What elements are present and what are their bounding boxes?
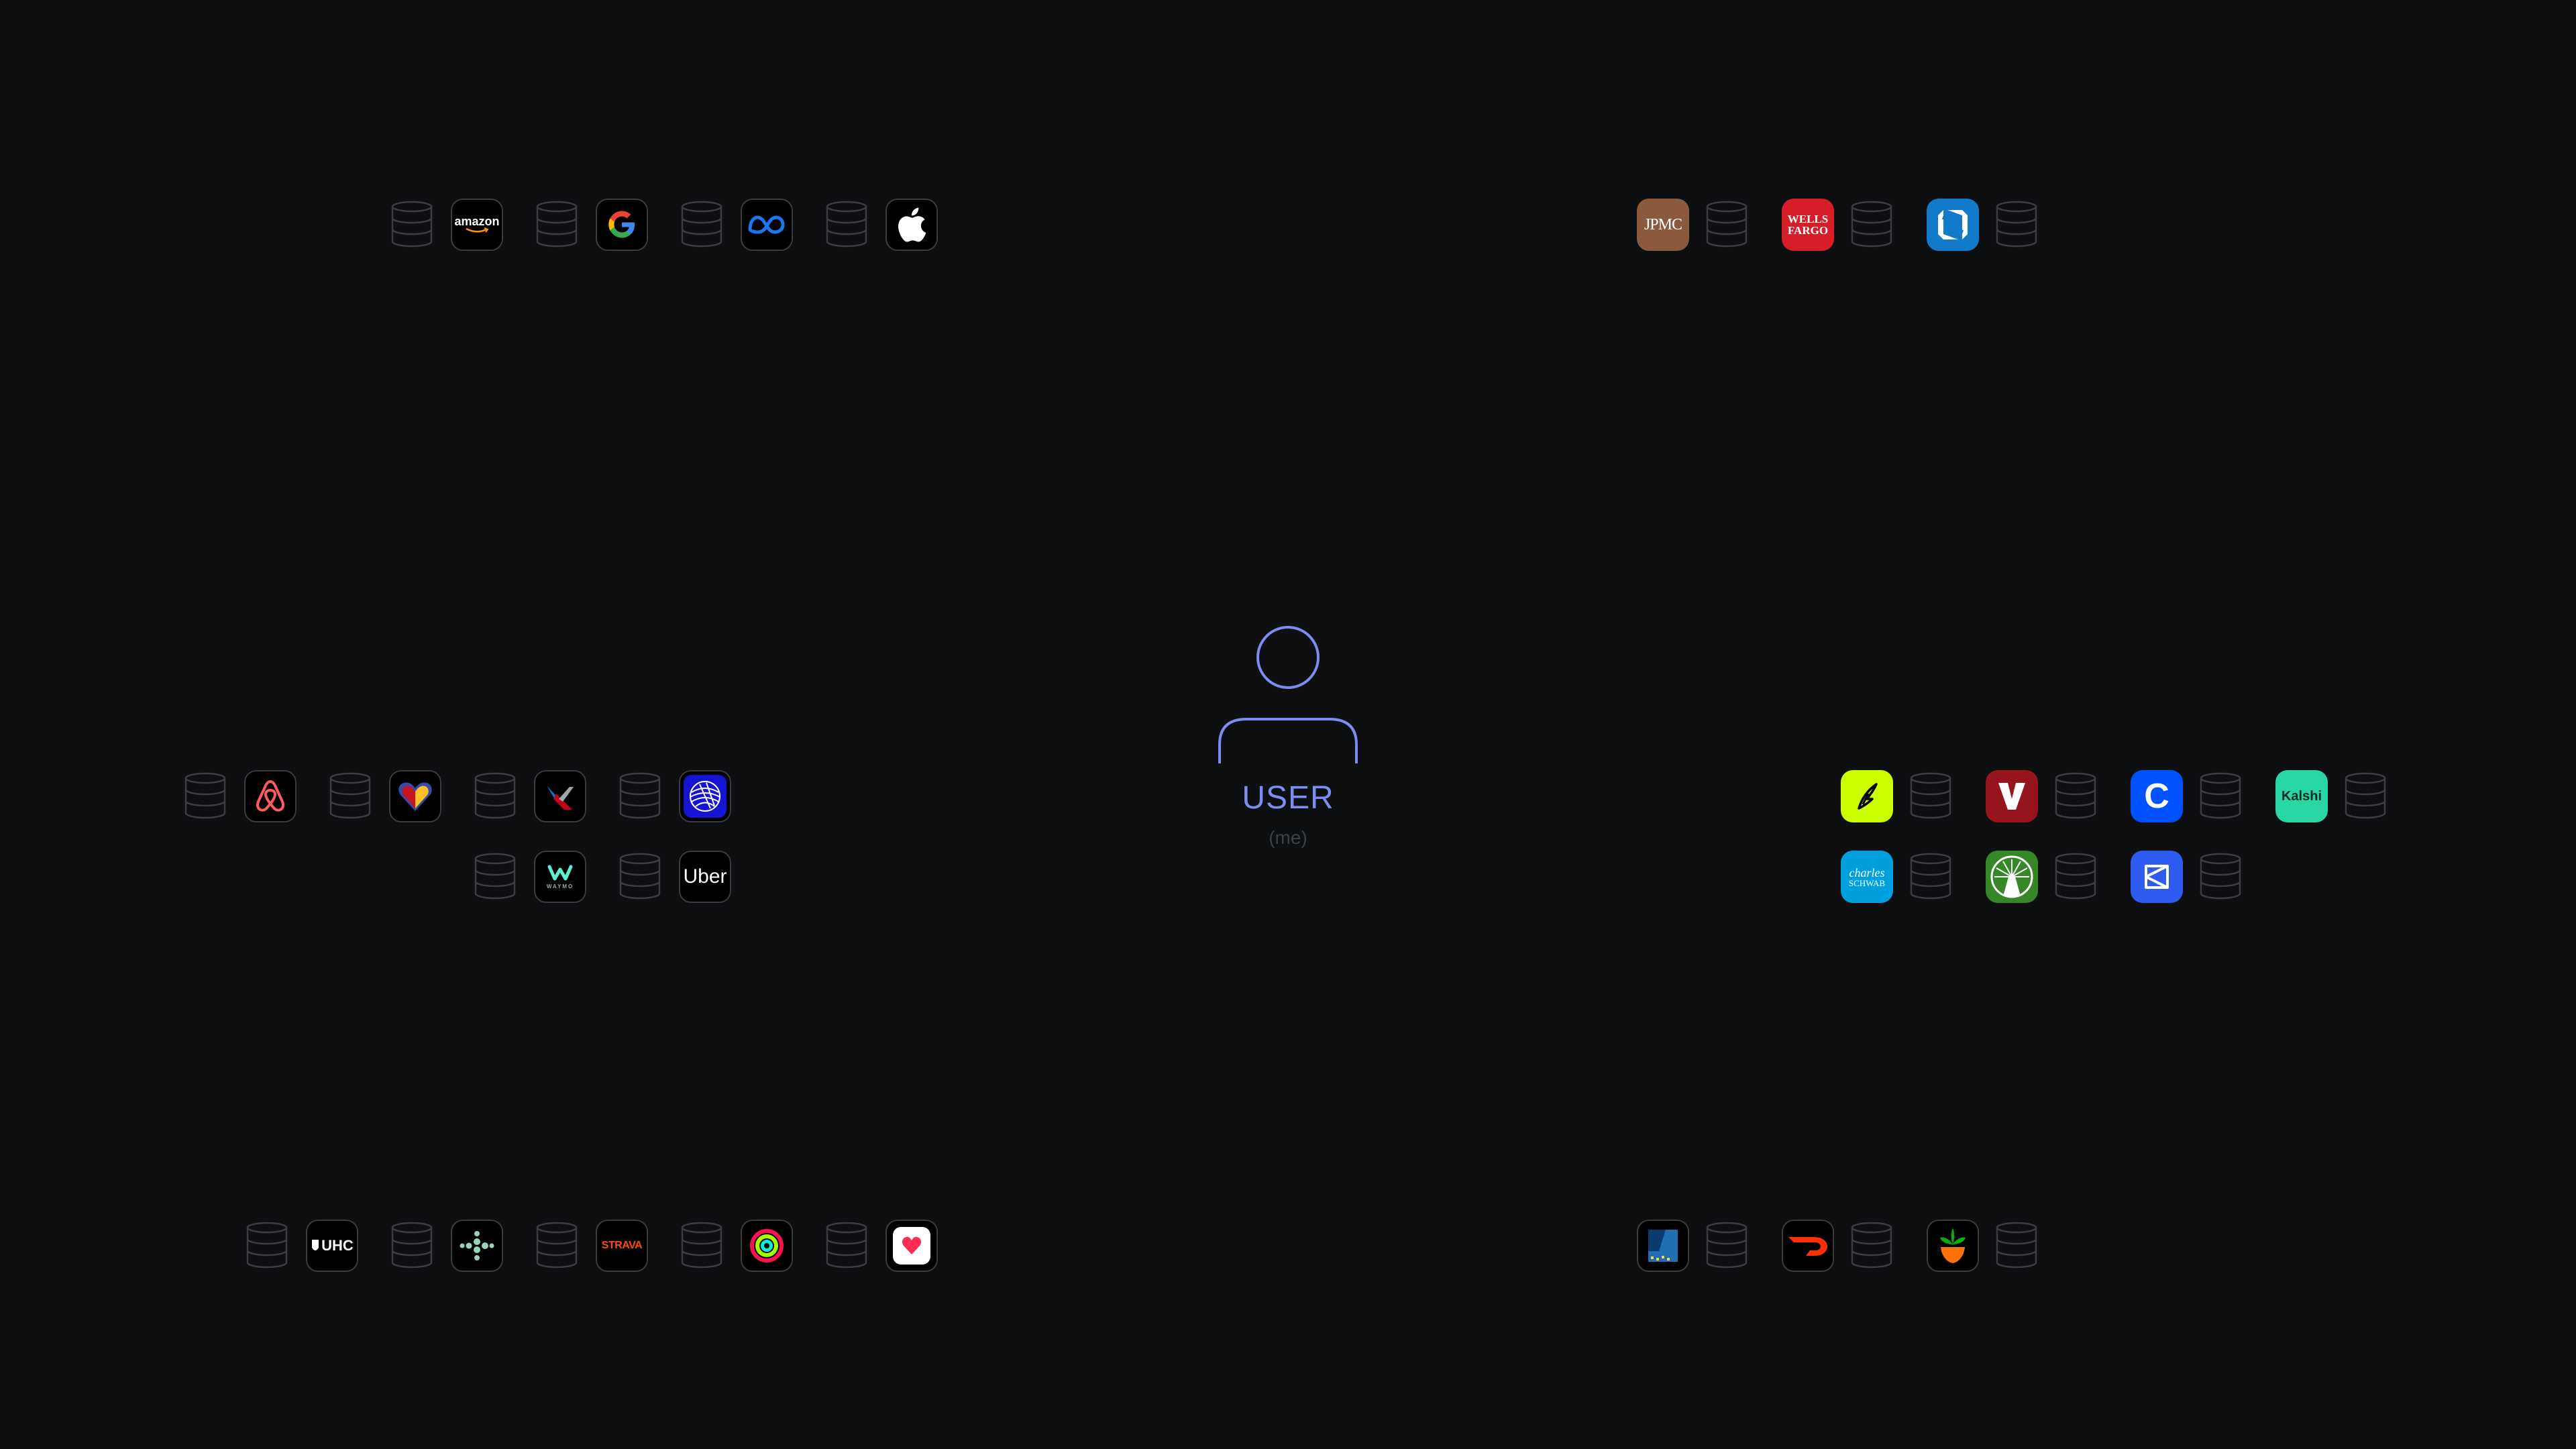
database-icon bbox=[2199, 771, 2242, 820]
database-icon bbox=[1850, 200, 1893, 248]
database-icon bbox=[1995, 200, 2038, 248]
database-icon bbox=[1995, 1221, 2038, 1269]
crypto-com-logo bbox=[2131, 851, 2183, 903]
database-icon bbox=[535, 200, 578, 248]
robinhood-logo bbox=[1841, 770, 1893, 822]
database-icon bbox=[2199, 852, 2242, 900]
instacart-logo bbox=[1927, 1220, 1979, 1272]
amazon-logo: amazon bbox=[451, 199, 503, 251]
charles-schwab-logo: charles SCHWAB bbox=[1841, 851, 1893, 903]
strava-logo: STRAVA bbox=[596, 1220, 648, 1272]
database-icon bbox=[825, 1221, 868, 1269]
apple-health-logo bbox=[885, 1220, 938, 1272]
user-icon bbox=[1214, 624, 1362, 765]
user-label: USER bbox=[1242, 780, 1334, 816]
coinbase-logo: C bbox=[2131, 770, 2183, 822]
database-icon bbox=[1909, 771, 1952, 820]
apple-logo bbox=[885, 199, 938, 251]
wells-fargo-logo: WELLS FARGO bbox=[1782, 199, 1834, 251]
database-icon bbox=[535, 1221, 578, 1269]
united-logo bbox=[679, 770, 731, 822]
american-airlines-logo bbox=[534, 770, 586, 822]
apple-activity-logo bbox=[741, 1220, 793, 1272]
uhc-logo: UHC bbox=[306, 1220, 358, 1272]
database-icon bbox=[329, 771, 372, 820]
jpmc-logo: JPMC bbox=[1637, 199, 1689, 251]
user-sublabel: (me) bbox=[1269, 827, 1307, 848]
vanguard-logo bbox=[1986, 770, 2038, 822]
database-icon bbox=[825, 200, 868, 248]
database-icon bbox=[680, 1221, 723, 1269]
database-icon bbox=[1705, 200, 1748, 248]
database-icon bbox=[2054, 771, 2097, 820]
database-icon bbox=[619, 771, 661, 820]
fitbit-logo bbox=[451, 1220, 503, 1272]
kalshi-logo: Kalshi bbox=[2275, 770, 2328, 822]
costco-logo bbox=[1637, 1220, 1689, 1272]
meta-logo bbox=[741, 199, 793, 251]
database-icon bbox=[619, 852, 661, 900]
database-icon bbox=[1909, 852, 1952, 900]
database-icon bbox=[474, 852, 517, 900]
southwest-logo bbox=[389, 770, 441, 822]
doordash-logo bbox=[1782, 1220, 1834, 1272]
database-icon bbox=[680, 200, 723, 248]
uber-logo: Uber bbox=[679, 851, 731, 903]
database-icon bbox=[390, 200, 433, 248]
database-icon bbox=[246, 1221, 288, 1269]
database-icon bbox=[2344, 771, 2387, 820]
database-icon bbox=[1705, 1221, 1748, 1269]
chase-logo bbox=[1927, 199, 1979, 251]
fidelity-logo bbox=[1986, 851, 2038, 903]
database-icon bbox=[1850, 1221, 1893, 1269]
google-logo bbox=[596, 199, 648, 251]
waymo-logo: WAYMO bbox=[534, 851, 586, 903]
database-icon bbox=[474, 771, 517, 820]
database-icon bbox=[2054, 852, 2097, 900]
database-icon bbox=[184, 771, 227, 820]
airbnb-logo bbox=[244, 770, 297, 822]
database-icon bbox=[390, 1221, 433, 1269]
